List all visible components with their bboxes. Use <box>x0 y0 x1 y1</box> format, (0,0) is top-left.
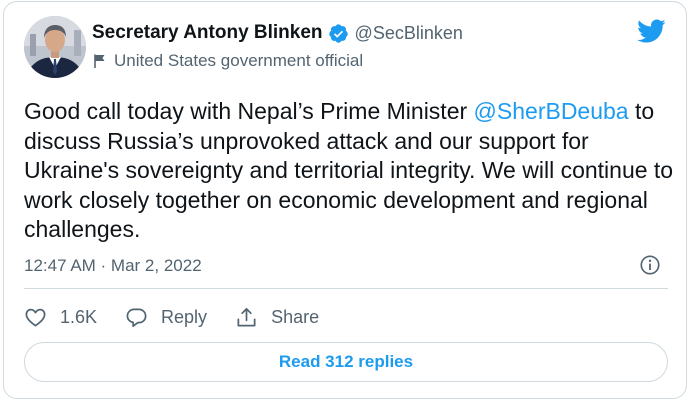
heart-icon <box>25 308 46 327</box>
verified-badge-icon <box>328 23 348 43</box>
avatar[interactable] <box>24 16 86 78</box>
reply-label: Reply <box>161 306 208 327</box>
tweet-timestamp[interactable]: 12:47 AM · Mar 2, 2022 <box>24 256 202 276</box>
author-display-name[interactable]: Secretary Antony Blinken <box>92 22 323 44</box>
share-button[interactable]: Share <box>235 306 319 329</box>
read-replies-button[interactable]: Read 312 replies <box>24 342 668 382</box>
share-label: Share <box>271 306 320 327</box>
tweet-card: Secretary Antony Blinken @SecBlinken Uni… <box>3 1 687 399</box>
tweet-text: Good call today with Nepal’s Prime Minis… <box>24 97 674 245</box>
mention-link[interactable]: @SherBDeuba <box>474 98 629 124</box>
twitter-logo-icon[interactable] <box>636 18 666 44</box>
tweet-text-part-1: Good call today with Nepal’s Prime Minis… <box>24 98 474 124</box>
action-bar: 1.6K Reply Share <box>24 304 347 330</box>
reply-button[interactable]: Reply <box>125 306 207 329</box>
reply-icon <box>126 307 147 327</box>
like-count: 1.6K <box>60 306 98 327</box>
author-name-row: Secretary Antony Blinken @SecBlinken <box>92 22 463 44</box>
author-handle[interactable]: @SecBlinken <box>355 23 463 44</box>
info-icon[interactable] <box>639 254 661 276</box>
divider <box>24 288 668 289</box>
author-label-row: United States government official <box>92 51 363 71</box>
like-button[interactable]: 1.6K <box>24 306 97 329</box>
avatar-image <box>24 16 86 78</box>
flag-icon <box>94 54 105 68</box>
share-icon <box>237 307 256 327</box>
government-label: United States government official <box>114 51 364 70</box>
